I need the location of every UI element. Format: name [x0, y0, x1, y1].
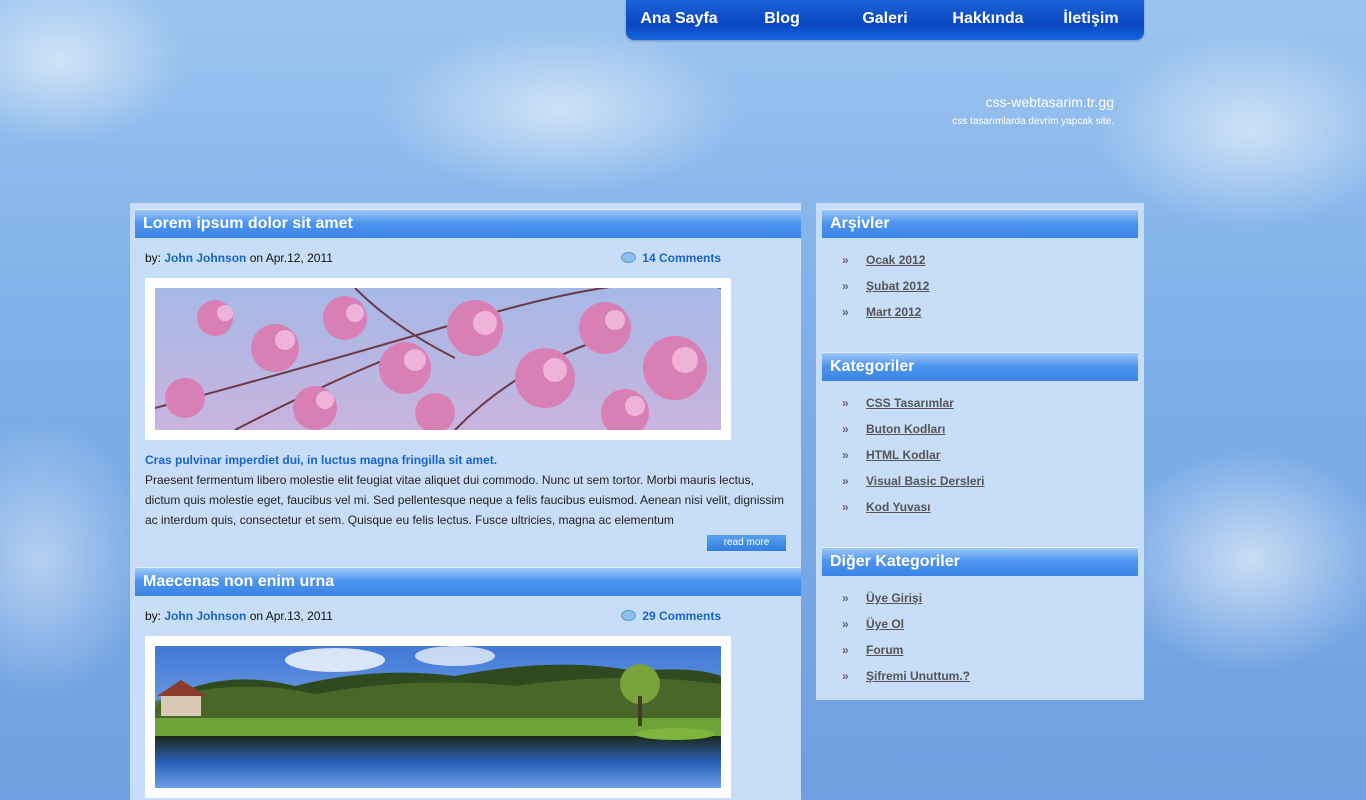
- sidebar-heading: Diğer Kategoriler: [822, 547, 1138, 576]
- list-item[interactable]: » Şifremi Unuttum.?: [822, 663, 1138, 689]
- list-item[interactable]: » Buton Kodları: [822, 416, 1138, 442]
- nav-contact[interactable]: İletişim: [1038, 0, 1144, 40]
- post-title[interactable]: Maecenas non enim urna: [135, 567, 801, 596]
- post-image-frame: [145, 636, 731, 798]
- archive-link[interactable]: Şubat 2012: [866, 279, 929, 293]
- list-item[interactable]: » Üye Girişi: [822, 585, 1138, 611]
- lake-landscape-image: [155, 646, 721, 788]
- post-author-link[interactable]: John Johnson: [164, 251, 246, 265]
- double-chevron-icon: »: [842, 669, 849, 683]
- site-title: css-webtasarim.tr.gg: [985, 94, 1114, 110]
- post-date: Apr.13, 2011: [265, 609, 333, 623]
- double-chevron-icon: »: [842, 474, 849, 488]
- list-item[interactable]: » HTML Kodlar: [822, 442, 1138, 468]
- other-category-link[interactable]: Üye Ol: [866, 617, 904, 631]
- category-link[interactable]: CSS Tasarımlar: [866, 396, 954, 410]
- comment-bubble-icon: [621, 610, 637, 621]
- double-chevron-icon: »: [842, 396, 849, 410]
- post-title[interactable]: Lorem ipsum dolor sit amet: [135, 209, 801, 238]
- comments-count: 29 Comments: [642, 609, 721, 623]
- archive-link[interactable]: Ocak 2012: [866, 253, 925, 267]
- double-chevron-icon: »: [842, 422, 849, 436]
- sidebar-archives: Arşivler » Ocak 2012 » Şubat 2012 » Mart 20…: [822, 209, 1138, 325]
- double-chevron-icon: »: [842, 500, 849, 514]
- nav-gallery[interactable]: Galeri: [832, 0, 938, 40]
- list-item[interactable]: » Visual Basic Dersleri: [822, 468, 1138, 494]
- category-list: » CSS Tasarımlar » Buton Kodları » HTML Kod…: [822, 390, 1138, 520]
- sidebar: Arşivler » Ocak 2012 » Şubat 2012 » Mart 20…: [816, 203, 1144, 700]
- other-category-link[interactable]: Üye Girişi: [866, 591, 922, 605]
- list-item[interactable]: » Mart 2012: [822, 299, 1138, 325]
- comments-count: 14 Comments: [642, 251, 721, 265]
- comments-link[interactable]: 14 Comments: [621, 251, 721, 265]
- read-more-button[interactable]: read more: [707, 535, 786, 551]
- double-chevron-icon: »: [842, 643, 849, 657]
- top-navigation: Ana Sayfa Blog Galeri Hakkında İletişim: [626, 0, 1144, 40]
- double-chevron-icon: »: [842, 305, 849, 319]
- double-chevron-icon: »: [842, 253, 849, 267]
- on-label: on: [249, 609, 264, 623]
- main-content: Lorem ipsum dolor sit amet by: John John…: [130, 203, 801, 800]
- sidebar-heading: Kategoriler: [822, 352, 1138, 381]
- list-item[interactable]: » Şubat 2012: [822, 273, 1138, 299]
- site-brand: css-webtasarim.tr.gg css tasarımlarda de…: [952, 94, 1114, 127]
- category-link[interactable]: Buton Kodları: [866, 422, 945, 436]
- nav-blog[interactable]: Blog: [732, 0, 832, 40]
- on-label: on: [249, 251, 264, 265]
- sidebar-other-categories: Diğer Kategoriler » Üye Girişi » Üye Ol » F…: [822, 547, 1138, 689]
- category-link[interactable]: HTML Kodlar: [866, 448, 940, 462]
- post-author-link[interactable]: John Johnson: [164, 609, 246, 623]
- list-item[interactable]: » Ocak 2012: [822, 247, 1138, 273]
- post-lead[interactable]: Cras pulvinar imperdiet dui, in luctus m…: [145, 453, 497, 467]
- double-chevron-icon: »: [842, 448, 849, 462]
- post-excerpt: Praesent fermentum libero molestie elit …: [145, 473, 785, 527]
- post-image-frame: [145, 278, 731, 440]
- archive-link[interactable]: Mart 2012: [866, 305, 921, 319]
- double-chevron-icon: »: [842, 617, 849, 631]
- cherry-blossom-image: [155, 288, 721, 430]
- sidebar-categories: Kategoriler » CSS Tasarımlar » Buton Kodla…: [822, 352, 1138, 520]
- sidebar-heading: Arşivler: [822, 209, 1138, 238]
- comment-bubble-icon: [621, 252, 637, 263]
- site-tagline: css tasarımlarda devrim yapcak site.: [952, 116, 1114, 127]
- list-item[interactable]: » Kod Yuvası: [822, 494, 1138, 520]
- nav-about[interactable]: Hakkında: [938, 0, 1038, 40]
- archive-list: » Ocak 2012 » Şubat 2012 » Mart 2012: [822, 247, 1138, 325]
- by-label: by:: [145, 609, 162, 623]
- double-chevron-icon: »: [842, 279, 849, 293]
- other-category-list: » Üye Girişi » Üye Ol » Forum » Şifremi Unut…: [822, 585, 1138, 689]
- other-category-link[interactable]: Şifremi Unuttum.?: [866, 669, 970, 683]
- list-item[interactable]: » Üye Ol: [822, 611, 1138, 637]
- comments-link[interactable]: 29 Comments: [621, 609, 721, 623]
- other-category-link[interactable]: Forum: [866, 643, 903, 657]
- category-link[interactable]: Visual Basic Dersleri: [866, 474, 985, 488]
- category-link[interactable]: Kod Yuvası: [866, 500, 930, 514]
- double-chevron-icon: »: [842, 591, 849, 605]
- by-label: by:: [145, 251, 162, 265]
- list-item[interactable]: » CSS Tasarımlar: [822, 390, 1138, 416]
- post-date: Apr.12, 2011: [265, 251, 333, 265]
- nav-home[interactable]: Ana Sayfa: [626, 0, 732, 40]
- list-item[interactable]: » Forum: [822, 637, 1138, 663]
